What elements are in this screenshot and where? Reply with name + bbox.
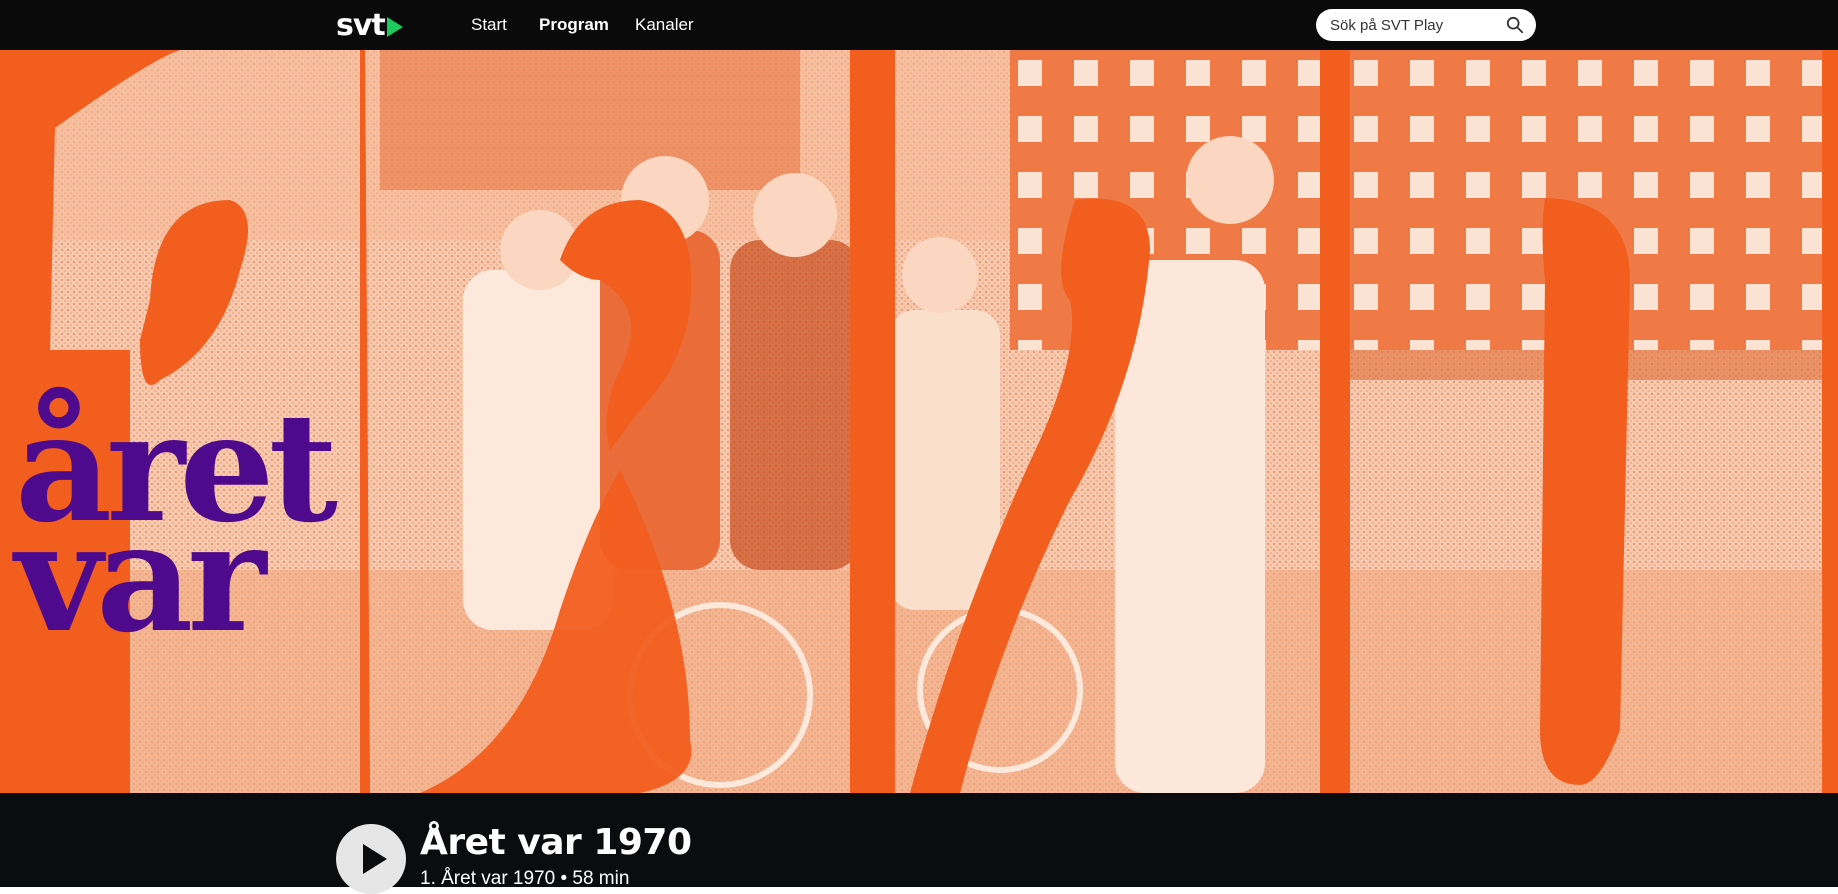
nav-program[interactable]: Program [539, 0, 609, 50]
nav-kanaler[interactable]: Kanaler [635, 0, 694, 50]
play-logo-icon [386, 17, 403, 37]
search-input[interactable] [1328, 15, 1502, 35]
hero-artwork: året var [0, 50, 1838, 793]
episode-info-bar [0, 793, 1838, 887]
top-navigation-bar: svt Start Program Kanaler [0, 0, 1838, 50]
play-button[interactable] [336, 824, 406, 894]
episode-title: Året var 1970 [420, 822, 692, 863]
hero-banner: året var [0, 50, 1838, 793]
svt-logo[interactable]: svt [336, 6, 403, 44]
svt-logo-text: svt [336, 7, 386, 43]
nav-start[interactable]: Start [471, 0, 507, 50]
play-icon [363, 844, 387, 874]
search-icon[interactable] [1506, 16, 1524, 34]
logo-var: var [12, 490, 268, 666]
search-box[interactable] [1316, 9, 1536, 41]
